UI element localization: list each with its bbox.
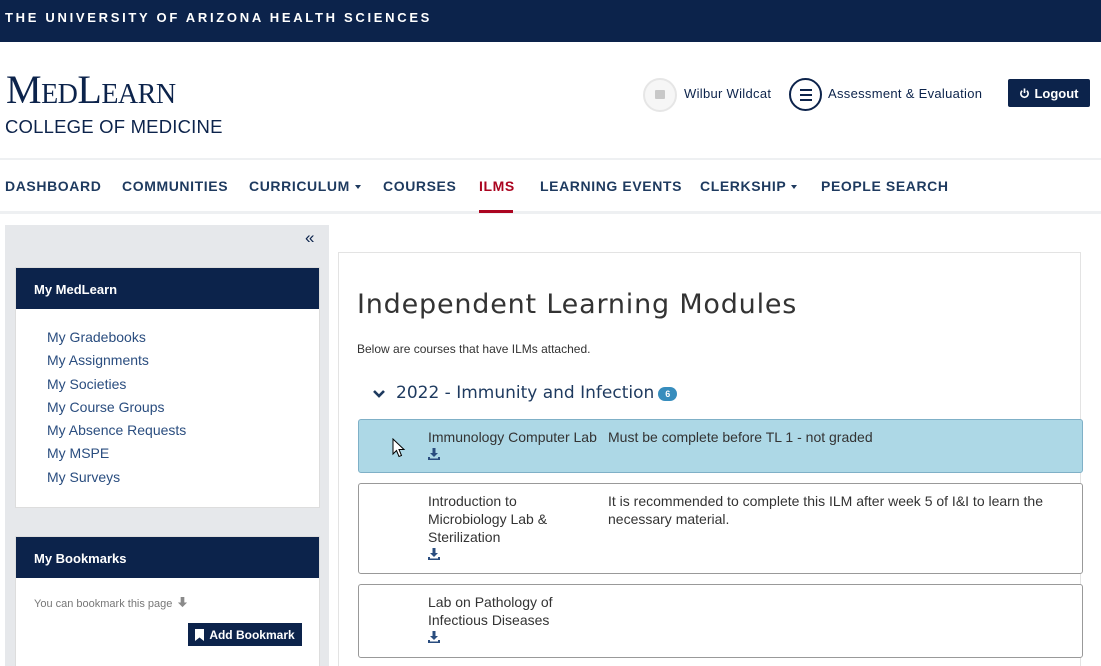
download-icon[interactable] bbox=[428, 631, 440, 643]
ilm-row[interactable]: Introduction to Microbiology Lab & Steri… bbox=[358, 483, 1083, 574]
page-description: Below are courses that have ILMs attache… bbox=[357, 342, 591, 356]
assessment-evaluation-link[interactable]: Assessment & Evaluation bbox=[828, 86, 982, 101]
ilm-row[interactable]: Immunology Computer Lab Must be complete… bbox=[358, 419, 1083, 473]
link-my-gradebooks[interactable]: My Gradebooks bbox=[47, 329, 319, 352]
image-placeholder-icon bbox=[655, 90, 665, 99]
nav-people-search[interactable]: PEOPLE SEARCH bbox=[821, 178, 949, 194]
bookmark-hint-text: You can bookmark this page bbox=[34, 598, 173, 610]
header: MedLearn COLLEGE OF MEDICINE Wilbur Wild… bbox=[0, 42, 1101, 158]
nav-clerkship[interactable]: CLERKSHIP bbox=[700, 178, 798, 194]
ilm-description: It is recommended to complete this ILM a… bbox=[608, 493, 1043, 527]
sidebar: « My MedLearn My Gradebooks My Assignmen… bbox=[5, 225, 329, 666]
arrow-down-icon bbox=[178, 597, 188, 608]
link-my-absence-requests[interactable]: My Absence Requests bbox=[47, 422, 319, 445]
my-medlearn-title: My MedLearn bbox=[16, 268, 319, 309]
logout-button[interactable]: Logout bbox=[1008, 79, 1090, 107]
active-nav-indicator bbox=[479, 210, 513, 213]
my-bookmarks-panel: My Bookmarks You can bookmark this page … bbox=[15, 536, 320, 666]
nav-learning-events[interactable]: LEARNING EVENTS bbox=[540, 178, 682, 194]
university-banner-text: THE UNIVERSITY OF ARIZONA HEALTH SCIENCE… bbox=[5, 10, 433, 25]
medlearn-logo[interactable]: MedLearn bbox=[6, 70, 176, 110]
ilm-name[interactable]: Immunology Computer Lab bbox=[428, 429, 597, 445]
ilm-row[interactable]: Lab on Pathology of Infectious Diseases bbox=[358, 584, 1083, 658]
my-bookmarks-title: My Bookmarks bbox=[16, 537, 319, 578]
link-my-assignments[interactable]: My Assignments bbox=[47, 352, 319, 375]
ilm-count-badge: 6 bbox=[658, 387, 678, 401]
add-bookmark-button[interactable]: Add Bookmark bbox=[188, 623, 302, 646]
caret-down-icon bbox=[354, 185, 361, 190]
college-of-medicine-label[interactable]: COLLEGE OF MEDICINE bbox=[5, 116, 223, 138]
nav-curriculum-label: CURRICULUM bbox=[249, 178, 350, 194]
chevron-down-icon[interactable] bbox=[372, 387, 386, 401]
bookmark-hint: You can bookmark this page bbox=[34, 597, 188, 610]
mouse-cursor-icon bbox=[392, 438, 406, 458]
ilm-name-cell: Lab on Pathology of Infectious Diseases bbox=[428, 593, 578, 643]
nav-curriculum[interactable]: CURRICULUM bbox=[249, 178, 361, 194]
power-icon bbox=[1020, 87, 1030, 98]
ilm-name-cell: Introduction to Microbiology Lab & Steri… bbox=[428, 492, 578, 560]
ilm-name-cell: Immunology Computer Lab bbox=[428, 428, 598, 460]
caret-down-icon bbox=[791, 185, 798, 190]
add-bookmark-label: Add Bookmark bbox=[209, 627, 295, 642]
nav-communities[interactable]: COMMUNITIES bbox=[122, 178, 228, 194]
user-name-link[interactable]: Wilbur Wildcat bbox=[684, 86, 771, 101]
logout-label: Logout bbox=[1034, 85, 1079, 101]
top-banner: THE UNIVERSITY OF ARIZONA HEALTH SCIENCE… bbox=[0, 0, 1101, 42]
nav-courses[interactable]: COURSES bbox=[383, 178, 456, 194]
download-icon[interactable] bbox=[428, 448, 440, 460]
my-medlearn-panel: My MedLearn My Gradebooks My Assignments… bbox=[15, 267, 320, 508]
page-title: Independent Learning Modules bbox=[357, 289, 798, 320]
list-icon[interactable] bbox=[789, 78, 822, 111]
sidebar-collapse-bar: « bbox=[5, 225, 329, 251]
nav-clerkship-label: CLERKSHIP bbox=[700, 178, 787, 194]
bookmark-icon bbox=[195, 628, 205, 641]
double-chevron-left-icon[interactable]: « bbox=[305, 228, 314, 248]
ilm-description: Must be complete before TL 1 - not grade… bbox=[608, 429, 873, 445]
link-my-societies[interactable]: My Societies bbox=[47, 376, 319, 399]
course-name: 2022 - Immunity and Infection bbox=[396, 383, 655, 403]
nav-dashboard[interactable]: DASHBOARD bbox=[5, 178, 101, 194]
main-content: Independent Learning Modules Below are c… bbox=[338, 252, 1083, 666]
user-avatar[interactable] bbox=[643, 78, 677, 112]
link-my-course-groups[interactable]: My Course Groups bbox=[47, 399, 319, 422]
course-group-header[interactable]: 2022 - Immunity and Infection 6 bbox=[396, 383, 678, 403]
link-my-surveys[interactable]: My Surveys bbox=[47, 469, 319, 492]
download-icon[interactable] bbox=[428, 548, 440, 560]
main-nav: DASHBOARD COMMUNITIES CURRICULUM COURSES… bbox=[0, 158, 1101, 214]
link-my-mspe[interactable]: My MSPE bbox=[47, 445, 319, 468]
ilm-name[interactable]: Lab on Pathology of Infectious Diseases bbox=[428, 594, 553, 628]
nav-ilms[interactable]: ILMS bbox=[479, 178, 515, 194]
ilm-name[interactable]: Introduction to Microbiology Lab & Steri… bbox=[428, 493, 547, 545]
